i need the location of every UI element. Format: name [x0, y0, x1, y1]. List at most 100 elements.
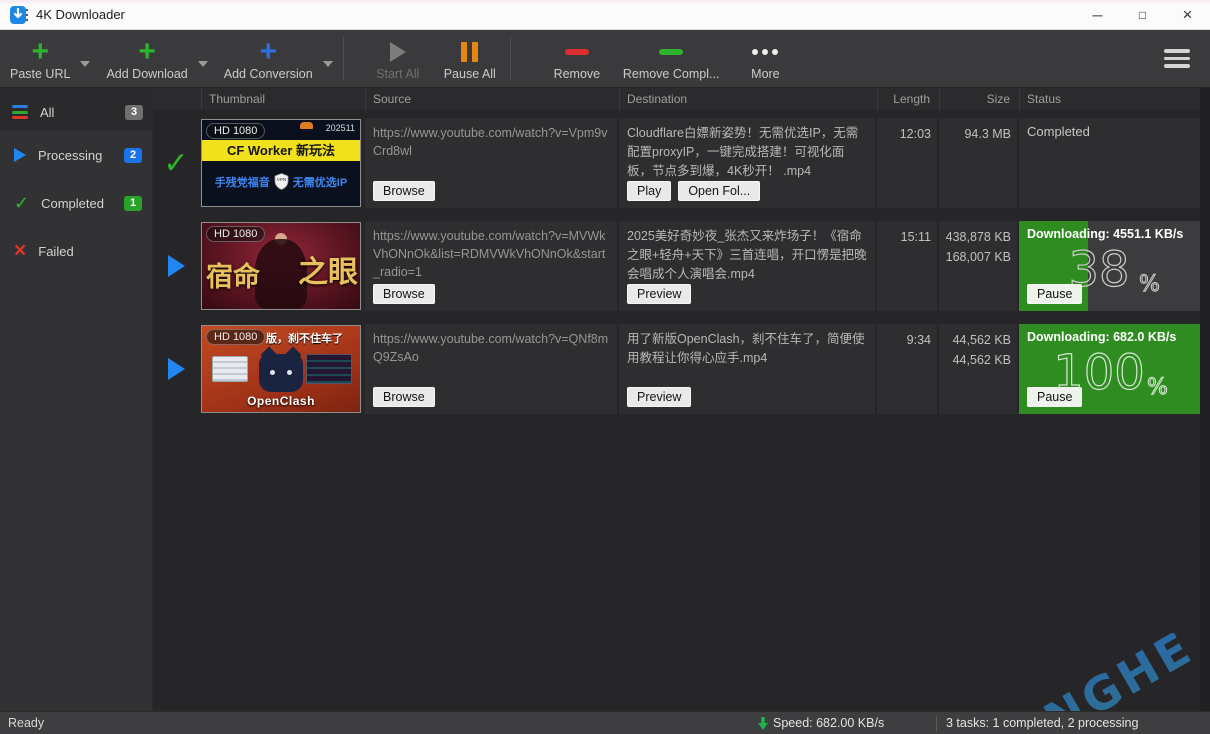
header-source[interactable]: Source	[365, 88, 617, 110]
browse-button[interactable]: Browse	[373, 284, 435, 304]
pause-icon	[461, 42, 478, 62]
header-length[interactable]: Length	[877, 88, 937, 110]
thumb-title-right: 之眼	[298, 247, 358, 291]
quality-badge: HD 1080	[206, 329, 265, 345]
paste-url-button[interactable]: + Paste URL	[0, 30, 80, 87]
row-processing-play-icon	[168, 255, 185, 277]
toolbar-separator	[343, 36, 344, 81]
sidebar-item-failed[interactable]: × Failed	[0, 227, 152, 275]
pause-button[interactable]: Pause	[1027, 284, 1082, 304]
header-destination[interactable]: Destination	[619, 88, 875, 110]
thumb-caption-left: 手残党福音	[215, 174, 270, 190]
remove-minus-icon	[565, 49, 589, 55]
status-cell: Downloading: 682.0 KB/s 100 % Pause	[1019, 324, 1200, 414]
statusbar-separator	[936, 716, 937, 731]
remove-completed-minus-icon	[659, 49, 683, 55]
title-bar: 4K Downloader ─ □ ×	[0, 0, 1210, 30]
ready-status: Ready	[8, 716, 44, 730]
browse-button[interactable]: Browse	[373, 387, 435, 407]
status-text: Completed	[1027, 124, 1090, 139]
thumb-title-left: 宿命	[206, 255, 260, 294]
hamburger-icon	[1164, 49, 1190, 53]
status-cell: Downloading: 4551.1 KB/s 38 % Pause	[1019, 221, 1200, 311]
thumbnail: HD 1080 202511 CF Worker 新玩法 手残党福音 VPN 无…	[201, 118, 363, 208]
window-title: 4K Downloader	[36, 7, 125, 22]
preview-button[interactable]: Preview	[627, 284, 691, 304]
chevron-down-icon[interactable]	[323, 61, 333, 67]
table-row[interactable]: ✓ HD 1080 202511 CF Worker 新玩法 手残党福音 VPN…	[153, 118, 1200, 208]
length-value: 9:34	[877, 324, 937, 414]
check-icon: ✓	[14, 195, 29, 211]
browse-button[interactable]: Browse	[373, 181, 435, 201]
pause-button[interactable]: Pause	[1027, 387, 1082, 407]
thumb-decoration	[300, 122, 313, 129]
quality-badge: HD 1080	[206, 123, 265, 139]
sidebar-item-processing[interactable]: Processing 2	[0, 131, 152, 179]
thumbnail: HD 1080 宿命 之眼	[201, 221, 363, 311]
source-url: https://www.youtube.com/watch?v=Vpm9vCrd…	[373, 126, 608, 158]
add-download-plus-icon: +	[138, 39, 156, 65]
header-thumbnail[interactable]: Thumbnail	[201, 88, 363, 110]
svg-text:VPN: VPN	[277, 177, 286, 182]
table-row[interactable]: HD 1080 版，刹不住车了 OpenClash https://www.yo…	[153, 324, 1200, 414]
download-list: ✓ HD 1080 202511 CF Worker 新玩法 手残党福音 VPN…	[153, 118, 1200, 414]
size-value: 94.3 MB	[945, 124, 1011, 144]
add-conversion-plus-icon: +	[259, 39, 277, 65]
length-value: 12:03	[877, 118, 937, 208]
remove-button[interactable]: Remove	[541, 30, 613, 87]
source-url: https://www.youtube.com/watch?v=QNf8mQ9Z…	[373, 332, 608, 364]
svg-text:%: %	[1139, 272, 1160, 297]
start-all-button[interactable]: Start All	[362, 30, 434, 87]
toolbar-separator	[510, 36, 511, 81]
minimize-button[interactable]: ─	[1075, 0, 1120, 29]
row-completed-check-icon: ✓	[163, 146, 188, 181]
all-list-icon	[12, 105, 28, 119]
sidebar-subpanel: Processing 2 ✓ Completed 1 × Failed	[0, 131, 152, 711]
thumbnail: HD 1080 版，刹不住车了 OpenClash	[201, 324, 363, 414]
length-value: 15:11	[877, 221, 937, 311]
row-processing-play-icon	[168, 358, 185, 380]
x-icon: ×	[14, 243, 26, 259]
all-count-badge: 3	[125, 105, 143, 120]
size-downloaded: 44,562 KB	[945, 350, 1011, 370]
sidebar-item-all[interactable]: All 3	[0, 92, 153, 132]
thumb-window-left	[212, 356, 248, 382]
menu-button[interactable]	[1164, 49, 1190, 68]
sidebar-item-completed[interactable]: ✓ Completed 1	[0, 179, 152, 227]
size-total: 44,562 KB	[945, 330, 1011, 350]
preview-button[interactable]: Preview	[627, 387, 691, 407]
add-download-button[interactable]: + Add Download	[96, 30, 197, 87]
table-header: Thumbnail Source Destination Length Size…	[153, 88, 1200, 110]
download-speed-text: Downloading: 682.0 KB/s	[1027, 330, 1176, 344]
header-status[interactable]: Status	[1019, 88, 1200, 110]
speed-text: Speed: 682.00 KB/s	[773, 716, 884, 730]
sidebar: All 3 Processing 2 ✓ Completed 1 × Faile…	[0, 88, 153, 711]
cat-mascot	[259, 354, 303, 392]
add-conversion-button[interactable]: + Add Conversion	[214, 30, 323, 87]
chevron-down-icon[interactable]	[198, 61, 208, 67]
thumb-mascot-label: OpenClash	[202, 394, 360, 408]
open-folder-button[interactable]: Open Fol...	[678, 181, 760, 201]
toolbar: + Paste URL + Add Download + Add Convers…	[0, 30, 1210, 88]
status-bar: Ready Speed: 682.00 KB/s 3 tasks: 1 comp…	[0, 711, 1210, 734]
processing-play-icon	[14, 148, 26, 162]
remove-completed-button[interactable]: Remove Compl...	[613, 30, 730, 87]
download-speed-text: Downloading: 4551.1 KB/s	[1027, 227, 1183, 241]
svg-text:%: %	[1147, 375, 1168, 400]
chevron-down-icon[interactable]	[80, 61, 90, 67]
thumb-banner: CF Worker 新玩法	[202, 140, 360, 161]
play-button[interactable]: Play	[627, 181, 671, 201]
speed-indicator: Speed: 682.00 KB/s	[758, 716, 884, 730]
maximize-button[interactable]: □	[1120, 0, 1165, 29]
pause-all-button[interactable]: Pause All	[434, 30, 506, 87]
close-button[interactable]: ×	[1165, 0, 1210, 29]
destination-filename: 用了新版OpenClash，刹不住车了，简便使用教程让你得心应手.mp4	[627, 332, 865, 365]
header-size[interactable]: Size	[939, 88, 1017, 110]
scrollbar-track	[1200, 88, 1210, 711]
table-row[interactable]: HD 1080 宿命 之眼 https://www.youtube.com/wa…	[153, 221, 1200, 311]
ellipsis-icon	[752, 49, 778, 55]
destination-filename: 2025美好奇妙夜_张杰又来炸场子！《宿命之眼+轻舟+天下》三首连唱，开口愣是把…	[627, 229, 867, 281]
more-button[interactable]: More	[729, 30, 801, 87]
header-icon-column	[153, 88, 199, 110]
source-url: https://www.youtube.com/watch?v=MVWkVhON…	[373, 229, 605, 279]
